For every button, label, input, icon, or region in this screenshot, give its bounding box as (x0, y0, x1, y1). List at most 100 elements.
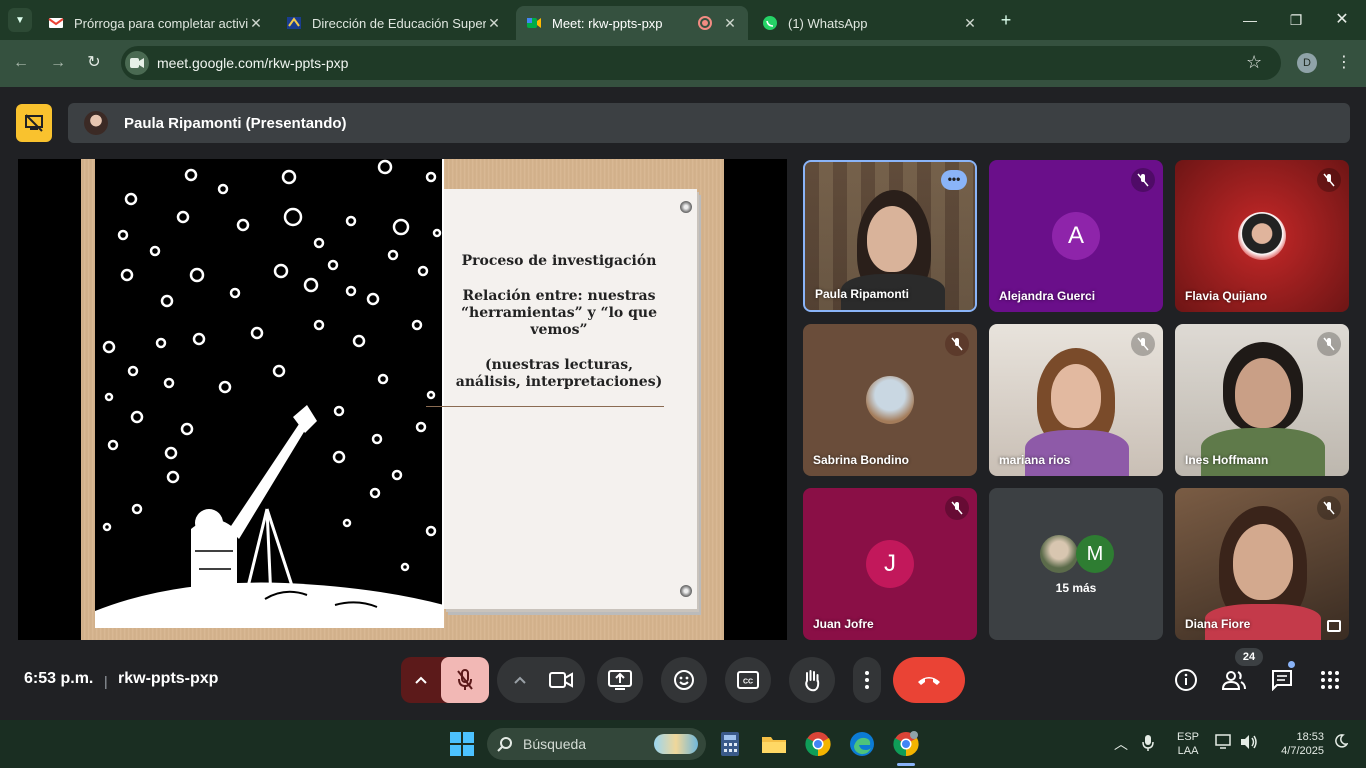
calculator-icon[interactable] (717, 731, 743, 757)
present-screen-button[interactable] (597, 657, 643, 703)
new-tab-icon[interactable]: + (996, 10, 1016, 30)
microphone-tray-icon[interactable] (1142, 734, 1154, 755)
site-info-icon[interactable] (125, 51, 149, 75)
maximize-icon[interactable]: ❐ (1284, 8, 1308, 32)
tab-strip: ▼ Prórroga para completar activid ✕ Dire… (0, 0, 1366, 40)
keyboard-language[interactable]: ESP LAA (1177, 730, 1199, 758)
taskbar-search[interactable]: Búsqueda (487, 728, 706, 760)
slide-title: Proceso de investigación (461, 253, 657, 269)
close-icon[interactable]: ✕ (722, 15, 738, 32)
pin-icon (680, 201, 692, 213)
presenter-banner: Paula Ripamonti (Presentando) (68, 103, 1350, 143)
leave-call-button[interactable] (893, 657, 965, 703)
system-clock[interactable]: 18:53 4/7/2025 (1272, 730, 1324, 758)
participant-avatar (1238, 212, 1286, 260)
search-highlight-image (654, 734, 698, 754)
minimize-icon[interactable]: — (1238, 8, 1262, 32)
more-options-icon[interactable]: ••• (941, 170, 967, 190)
participant-tile-flavia[interactable]: Flavia Quijano (1175, 160, 1349, 312)
mic-off-button[interactable] (441, 657, 489, 703)
meet-area: Paula Ripamonti (Presentando) Proceso de… (0, 87, 1366, 720)
file-explorer-icon[interactable] (761, 731, 787, 757)
participant-name: Ines Hoffmann (1185, 453, 1269, 467)
pin-icon (680, 585, 692, 597)
windows-taskbar: Búsqueda ︿ ESP LAA 18:53 4/7/2025 (0, 720, 1366, 768)
slide-line-2: (nuestras lecturas, análisis, interpreta… (455, 357, 663, 390)
participant-initial: A (1052, 212, 1100, 260)
lang-line-1: ESP (1177, 731, 1200, 743)
participant-name: Sabrina Bondino (813, 453, 909, 467)
reactions-button[interactable] (661, 657, 707, 703)
mic-off-icon (1317, 168, 1341, 192)
address-bar[interactable]: meet.google.com/rkw-ppts-pxp (121, 46, 1281, 80)
forward-icon[interactable]: → (47, 52, 69, 74)
url-text: meet.google.com/rkw-ppts-pxp (157, 55, 349, 71)
tab-meet[interactable]: Meet: rkw-ppts-pxp ✕ (516, 6, 748, 40)
participant-tile-paula[interactable]: ••• Paula Ripamonti (803, 160, 977, 312)
browser-menu-icon[interactable]: ⋮ (1336, 52, 1352, 72)
browser-toolbar: ← → ↻ meet.google.com/rkw-ppts-pxp ☆ D ⋮ (0, 40, 1366, 87)
presenter-avatar (84, 111, 108, 135)
back-icon[interactable]: ← (10, 52, 32, 74)
meeting-info-icon[interactable] (1172, 666, 1200, 694)
participant-tile-juan[interactable]: J Juan Jofre (803, 488, 977, 640)
tab-search-chevron-icon[interactable]: ▼ (8, 8, 32, 32)
tab-educacion[interactable]: Dirección de Educación Superio ✕ (276, 6, 512, 40)
participant-tile-alejandra[interactable]: A Alejandra Guerci (989, 160, 1163, 312)
reload-icon[interactable]: ↻ (83, 52, 105, 74)
participant-face (867, 206, 917, 272)
raise-hand-button[interactable] (789, 657, 835, 703)
pip-icon[interactable] (1327, 620, 1341, 632)
activities-grid-icon[interactable] (1316, 666, 1344, 694)
slide: Proceso de investigación Relación entre:… (81, 159, 724, 640)
tab-label: Prórroga para completar activid (74, 15, 248, 31)
close-icon[interactable]: ✕ (486, 15, 502, 32)
chat-icon[interactable] (1268, 666, 1296, 694)
chrome-profile-icon[interactable] (893, 731, 919, 766)
camera-button[interactable] (537, 657, 585, 703)
presentation-stage: Proceso de investigación Relación entre:… (18, 159, 787, 640)
more-options-button[interactable] (853, 657, 881, 703)
tab-whatsapp[interactable]: (1) WhatsApp ✕ (752, 6, 988, 40)
audio-options-chevron-icon[interactable] (401, 657, 441, 703)
search-placeholder: Búsqueda (523, 736, 587, 752)
tab-gmail[interactable]: Prórroga para completar activid ✕ (38, 6, 274, 40)
meeting-time: 6:53 p.m. (24, 670, 94, 687)
people-icon[interactable] (1220, 666, 1248, 694)
volume-icon[interactable] (1240, 734, 1258, 753)
people-count-badge: 24 (1235, 648, 1263, 666)
bookmark-star-icon[interactable]: ☆ (1246, 52, 1262, 73)
captions-button[interactable]: CC (725, 657, 771, 703)
participant-tile-more[interactable]: M 15 más (989, 488, 1163, 640)
mic-off-icon (1131, 332, 1155, 356)
video-options-chevron-icon[interactable] (505, 657, 535, 703)
windows-start-icon[interactable] (449, 731, 475, 757)
close-icon[interactable]: ✕ (962, 15, 978, 32)
participant-name: Alejandra Guerci (999, 289, 1096, 303)
microphone-control (401, 657, 489, 703)
close-icon[interactable]: ✕ (248, 15, 264, 32)
tray-overflow-icon[interactable]: ︿ (1114, 734, 1128, 754)
participant-tile-ines[interactable]: Ines Hoffmann (1175, 324, 1349, 476)
participant-initial: M (1076, 535, 1114, 573)
close-window-icon[interactable]: ✕ (1330, 8, 1354, 32)
clock-date: 4/7/2025 (1281, 745, 1324, 757)
chrome-icon[interactable] (805, 731, 831, 757)
stop-presenting-icon[interactable] (16, 104, 52, 142)
lang-line-2: LAA (1177, 745, 1199, 757)
participant-tile-sabrina[interactable]: Sabrina Bondino (803, 324, 977, 476)
participant-face (1235, 358, 1291, 428)
participant-body (1201, 428, 1325, 476)
edge-icon[interactable] (849, 731, 875, 757)
whatsapp-icon (763, 16, 777, 30)
notifications-moon-icon[interactable] (1334, 734, 1349, 751)
search-icon (497, 737, 512, 752)
mic-off-icon (1317, 332, 1341, 356)
participant-tile-diana[interactable]: Diana Fiore (1175, 488, 1349, 640)
network-icon[interactable] (1215, 734, 1233, 753)
mic-off-icon (1317, 496, 1341, 520)
participant-face (1051, 364, 1101, 428)
separator: | (104, 673, 108, 689)
participant-tile-mariana[interactable]: mariana rios (989, 324, 1163, 476)
profile-avatar[interactable]: D (1297, 53, 1317, 73)
